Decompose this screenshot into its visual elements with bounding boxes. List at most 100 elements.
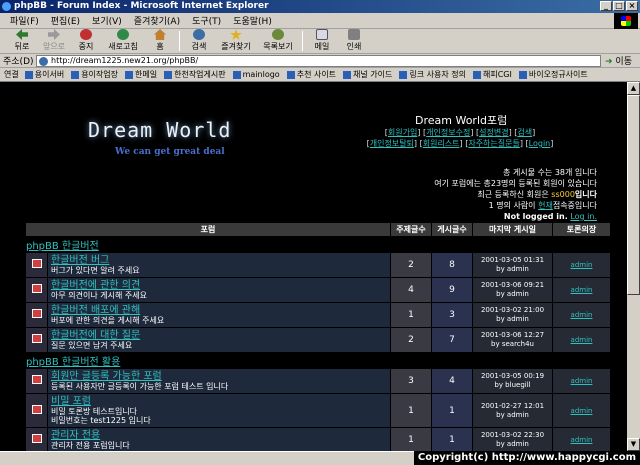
close-button[interactable]: × <box>626 1 638 11</box>
moderator-link[interactable]: admin <box>571 436 593 444</box>
mail-button[interactable]: 메일 <box>306 29 338 53</box>
scroll-thumb[interactable] <box>627 95 640 295</box>
nav-memberlist[interactable]: 회원리스트 <box>423 139 460 148</box>
newest-member-link[interactable]: ss000 <box>551 190 575 199</box>
forum-name-link[interactable]: 한글버전 버그 <box>51 255 387 266</box>
back-button[interactable]: 뒤로 <box>6 29 38 53</box>
moderator-link[interactable]: admin <box>571 286 593 294</box>
last-post-author: by admin <box>496 290 529 298</box>
link-item[interactable]: 해피CGI <box>473 69 512 80</box>
refresh-icon <box>117 29 129 40</box>
menu-tools[interactable]: 도구(T) <box>192 14 221 27</box>
forum-description: 관리자 전용 포럼입니다 <box>51 441 130 450</box>
online-link[interactable]: 현재 <box>538 201 553 210</box>
page-content: Dream World We can get great deal Dream … <box>0 82 627 451</box>
link-item[interactable]: mainlogo <box>232 70 280 79</box>
link-item[interactable]: 용이작업장 <box>71 69 118 80</box>
forum-status-cell <box>25 327 48 353</box>
scroll-down-arrow-icon[interactable]: ▼ <box>627 438 640 451</box>
stop-button[interactable]: 중지 <box>70 29 102 53</box>
forum-moderator: admin <box>552 252 611 278</box>
forum-posts-count: 8 <box>431 252 473 278</box>
nav-faq[interactable]: 자주하는질문들 <box>468 139 520 148</box>
login-link[interactable]: Log in. <box>570 212 597 221</box>
favorites-button[interactable]: 즐겨찾기 <box>215 29 257 53</box>
col-forum: 포럼 <box>25 222 391 237</box>
forum-last-post: 2001-03-02 21:00 by admin <box>472 302 553 328</box>
forum-moderator: admin <box>552 368 611 394</box>
minimize-button[interactable]: _ <box>600 1 612 11</box>
nav-profile[interactable]: 개인정보수정 <box>426 128 470 137</box>
vertical-scrollbar[interactable]: ▲ ▼ <box>627 82 640 451</box>
forum-topics-count: 4 <box>390 277 432 303</box>
nav-search[interactable]: 검색 <box>517 128 532 137</box>
link-item[interactable]: 링크 사용자 정의 <box>399 69 466 80</box>
category-name[interactable]: phpBB 한글버전 <box>25 236 611 253</box>
menu-help[interactable]: 도움말(H) <box>233 14 272 27</box>
folder-icon <box>31 434 42 443</box>
folder-icon <box>31 334 42 343</box>
nav-unregister[interactable]: 개인정보탈퇴 <box>370 139 414 148</box>
link-item[interactable]: 추천 사이트 <box>286 69 336 80</box>
menu-favorites[interactable]: 즐겨찾기(A) <box>134 14 180 27</box>
link-item[interactable]: 바이오정규사이트 <box>518 69 588 80</box>
forum-moderator: admin <box>552 393 611 428</box>
link-item[interactable]: 한천작업게시판 <box>164 69 226 80</box>
col-topics: 주제글수 <box>390 222 432 237</box>
address-input[interactable]: http://dream1225.new21.org/phpBB/ <box>36 54 601 67</box>
address-bar: 주소(D) http://dream1225.new21.org/phpBB/ … <box>0 54 640 68</box>
forum-posts-count: 7 <box>431 327 473 353</box>
search-icon <box>193 29 205 40</box>
search-button[interactable]: 검색 <box>183 29 215 53</box>
link-icon <box>71 70 80 79</box>
link-item[interactable]: 용이서버 <box>24 69 64 80</box>
window-title: phpBB - Forum Index - Microsoft Internet… <box>14 1 269 11</box>
nav-login[interactable]: Login <box>529 139 551 148</box>
moderator-link[interactable]: admin <box>571 311 593 319</box>
forum-name-link[interactable]: 한글버전에 대한 질문 <box>51 330 387 341</box>
menu-view[interactable]: 보기(V) <box>92 14 122 27</box>
forum-name-link[interactable]: 관리자 전용 <box>51 430 387 441</box>
menu-file[interactable]: 파일(F) <box>10 14 39 27</box>
mail-icon <box>316 29 328 40</box>
forum-moderator: admin <box>552 427 611 451</box>
stats-login: Not logged in. Log in. <box>503 212 597 221</box>
forum-name-link[interactable]: 비밀 포럼 <box>51 396 387 407</box>
go-button[interactable]: ➜ 이동 <box>601 54 632 67</box>
moderator-link[interactable]: admin <box>571 336 593 344</box>
table-row: 비밀 포럼 비밀 토론방 테스트입니다 비밀번호는 test1225 입니다 1… <box>25 393 611 428</box>
menu-edit[interactable]: 편집(E) <box>51 14 80 27</box>
last-post-author: by admin <box>496 440 529 448</box>
moderator-link[interactable]: admin <box>571 261 593 269</box>
toolbar-separator <box>302 31 303 51</box>
print-button[interactable]: 인쇄 <box>338 29 370 53</box>
last-post-author: by admin <box>496 315 529 323</box>
category-row: phpBB 한글버전 활용 <box>25 352 611 369</box>
forward-arrow-icon <box>48 29 60 40</box>
history-button[interactable]: 목록보기 <box>257 29 299 53</box>
nav-register[interactable]: 회원가입 <box>388 128 417 137</box>
moderator-link[interactable]: admin <box>571 377 593 385</box>
link-icon <box>24 70 33 79</box>
history-icon <box>272 29 284 40</box>
forum-info-cell: 한글버전에 관한 의견 아무 의견이나 게시해 주세요 <box>47 277 391 303</box>
forum-name-link[interactable]: 한글버전 배포에 관해 <box>51 305 387 316</box>
forum-last-post: 2001-03-05 01:31 by admin <box>472 252 553 278</box>
forward-button[interactable]: 앞으로 <box>38 29 70 53</box>
moderator-link[interactable]: admin <box>571 407 593 415</box>
nav-preferences[interactable]: 설정변경 <box>479 128 508 137</box>
last-post-date: 2001-03-06 12:27 <box>480 331 545 339</box>
address-url: http://dream1225.new21.org/phpBB/ <box>51 55 199 65</box>
forum-name-link[interactable]: 한글버전에 관한 의견 <box>51 280 387 291</box>
link-item[interactable]: 한메일 <box>125 69 157 80</box>
stats-total-members: 여기 포럼에는 총23명의 등록된 회원이 있습니다 <box>434 179 597 188</box>
maximize-button[interactable]: □ <box>613 1 625 11</box>
scroll-up-arrow-icon[interactable]: ▲ <box>627 82 640 95</box>
last-post-author: by admin <box>496 265 529 273</box>
forum-name-link[interactable]: 회원만 글등록 가능한 포럼 <box>51 371 387 382</box>
link-item[interactable]: 채널 가이드 <box>343 69 392 80</box>
home-button[interactable]: 홈 <box>144 29 176 53</box>
category-name[interactable]: phpBB 한글버전 활용 <box>25 352 611 369</box>
forum-status-cell <box>25 252 48 278</box>
refresh-button[interactable]: 새로고침 <box>102 29 144 53</box>
